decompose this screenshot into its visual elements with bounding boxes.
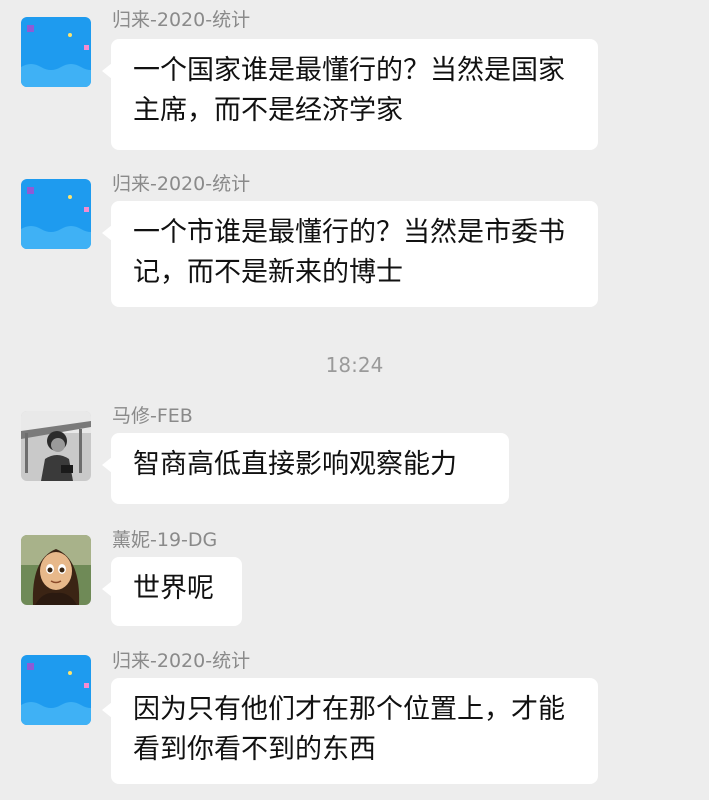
message-bubble[interactable]: 因为只有他们才在那个位置上，才能看到你看不到的东西 — [102, 678, 598, 784]
sender-name: 归来-2020-统计 — [112, 650, 251, 672]
blue-sky-balloon-avatar-icon — [21, 655, 91, 725]
message-bubble[interactable]: 一个市谁是最懂行的？当然是市委书记，而不是新来的博士 — [102, 201, 598, 307]
sender-name: 归来-2020-统计 — [112, 9, 251, 31]
avatar[interactable] — [21, 17, 91, 87]
sender-name: 薰妮-19-DG — [112, 529, 218, 551]
grayscale-photo-avatar-icon — [21, 411, 91, 481]
message-bubble[interactable]: 智商高低直接影响观察能力 — [102, 433, 509, 504]
avatar[interactable] — [21, 411, 91, 481]
sender-name: 马修-FEB — [112, 405, 193, 427]
timestamp: 18:24 — [325, 353, 384, 377]
message-bubble[interactable]: 一个国家谁是最懂行的？当然是国家主席，而不是经济学家 — [102, 39, 598, 150]
message-bubble[interactable]: 世界呢 — [102, 557, 242, 626]
mona-lisa-cartoon-avatar-icon — [21, 535, 91, 605]
blue-sky-balloon-avatar-icon — [21, 179, 91, 249]
avatar[interactable] — [21, 655, 91, 725]
sender-name: 归来-2020-统计 — [112, 173, 251, 195]
blue-sky-balloon-avatar-icon — [21, 17, 91, 87]
avatar[interactable] — [21, 535, 91, 605]
avatar[interactable] — [21, 179, 91, 249]
